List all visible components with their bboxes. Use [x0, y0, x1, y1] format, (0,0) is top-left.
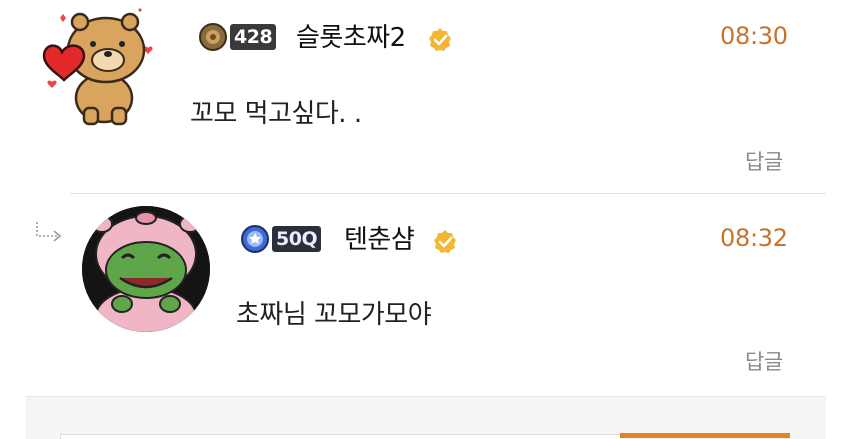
bear-heart-avatar[interactable]	[38, 8, 158, 126]
comment-text: 꼬모 먹고싶다. .	[190, 99, 362, 129]
user-level-badge: 50Q	[240, 225, 322, 253]
comment-time: 08:32	[720, 224, 788, 252]
comment-text: 초짜님 꼬모가모야	[236, 300, 432, 330]
bronze-medal-icon	[199, 23, 227, 51]
verified-badge-icon	[429, 28, 451, 51]
blue-medal-icon	[241, 225, 269, 253]
reply-button[interactable]: 답글	[745, 146, 783, 176]
submit-comment-button[interactable]	[620, 433, 790, 438]
username[interactable]: 텐춘샴	[344, 224, 415, 256]
username[interactable]: 슬롯초짜2	[296, 22, 406, 54]
comment-input[interactable]	[60, 434, 622, 439]
reply-button[interactable]: 답글	[745, 346, 783, 376]
reply-arrow-icon	[36, 222, 62, 242]
comment-item: 428 슬롯초짜2 08:30 꼬모 먹고싶다. . 답글	[0, 0, 850, 192]
frog-pig-avatar[interactable]	[82, 206, 210, 332]
user-level-badge: 428	[198, 23, 277, 51]
comment-time: 08:30	[720, 22, 788, 50]
verified-badge-icon	[434, 230, 456, 253]
comment-item: 50Q 텐춘샴 08:32 초짜님 꼬모가모야 답글	[0, 194, 850, 394]
